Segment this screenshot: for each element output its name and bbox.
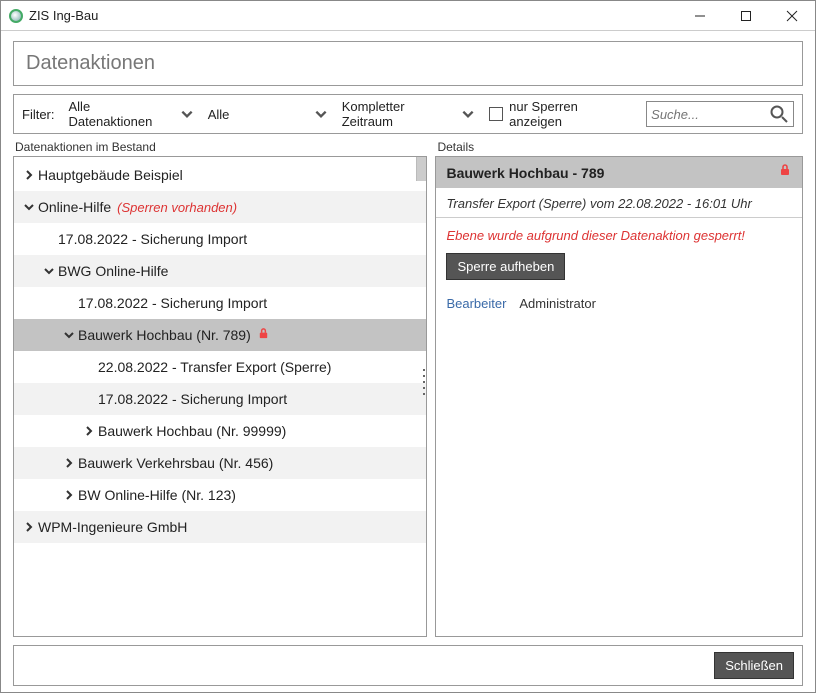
filter-select-scope[interactable]: Alle xyxy=(208,107,328,122)
tree-row[interactable]: Hauptgebäude Beispiel xyxy=(14,159,426,191)
only-locks-checkbox[interactable]: nur Sperren anzeigen xyxy=(489,99,632,129)
details-panel: Bauwerk Hochbau - 789 Transfer Export (S… xyxy=(435,156,803,637)
tree-row-note: (Sperren vorhanden) xyxy=(117,200,237,215)
window-title: ZIS Ing-Bau xyxy=(29,8,677,23)
checkbox-label: nur Sperren anzeigen xyxy=(509,99,632,129)
tree-row[interactable]: Bauwerk Verkehrsbau (Nr. 456) xyxy=(14,447,426,479)
footer-bar: Schließen xyxy=(13,645,803,686)
right-panel-title: Details xyxy=(435,140,803,154)
tree-row-label: 17.08.2022 - Sicherung Import xyxy=(58,231,247,247)
page-header: Datenaktionen xyxy=(13,41,803,86)
tree-row-label: Bauwerk Verkehrsbau (Nr. 456) xyxy=(78,455,273,471)
tree-row[interactable]: BW Online-Hilfe (Nr. 123) xyxy=(14,479,426,511)
details-heading: Bauwerk Hochbau - 789 xyxy=(446,165,778,181)
left-panel-title: Datenaktionen im Bestand xyxy=(13,140,427,154)
tree-row-label: 17.08.2022 - Sicherung Import xyxy=(98,391,287,407)
minimize-button[interactable] xyxy=(677,1,723,31)
tree-panel: Hauptgebäude Beispiel Online-Hilfe (Sperre… xyxy=(13,156,427,637)
tree-row-label: Bauwerk Hochbau (Nr. 789) xyxy=(78,327,251,343)
search-input[interactable] xyxy=(651,107,769,122)
tree-row-label: WPM-Ingenieure GmbH xyxy=(38,519,187,535)
filter-select-period[interactable]: Kompletter Zeitraum xyxy=(342,99,476,129)
tree-row-label: BWG Online-Hilfe xyxy=(58,263,168,279)
chevron-right-icon[interactable] xyxy=(60,457,78,469)
chevron-down-icon xyxy=(314,107,328,121)
splitter-handle[interactable] xyxy=(423,367,427,397)
titlebar: ZIS Ing-Bau xyxy=(1,1,815,31)
tree-row-label: BW Online-Hilfe (Nr. 123) xyxy=(78,487,236,503)
close-window-button[interactable] xyxy=(769,1,815,31)
close-button[interactable]: Schließen xyxy=(714,652,794,679)
lock-icon xyxy=(257,327,270,343)
details-warning: Ebene wurde aufgrund dieser Datenaktion … xyxy=(436,218,802,249)
editor-label: Bearbeiter xyxy=(446,296,506,311)
scrollbar[interactable] xyxy=(416,157,426,181)
tree-row[interactable]: Bauwerk Hochbau (Nr. 789) xyxy=(14,319,426,351)
unlock-button[interactable]: Sperre aufheben xyxy=(446,253,565,280)
chevron-right-icon[interactable] xyxy=(20,169,38,181)
chevron-down-icon xyxy=(461,107,475,121)
lock-icon xyxy=(778,163,792,182)
tree-row[interactable]: 22.08.2022 - Transfer Export (Sperre) xyxy=(14,351,426,383)
tree-row[interactable]: Bauwerk Hochbau (Nr. 99999) xyxy=(14,415,426,447)
tree-row[interactable]: Online-Hilfe (Sperren vorhanden) xyxy=(14,191,426,223)
chevron-down-icon[interactable] xyxy=(20,201,38,213)
filter-bar: Filter: Alle Datenaktionen Alle Komplett… xyxy=(13,94,803,134)
maximize-button[interactable] xyxy=(723,1,769,31)
chevron-down-icon xyxy=(180,107,194,121)
tree-row[interactable]: WPM-Ingenieure GmbH xyxy=(14,511,426,543)
tree-row-label: Hauptgebäude Beispiel xyxy=(38,167,183,183)
chevron-down-icon[interactable] xyxy=(60,329,78,341)
tree-row-label: 22.08.2022 - Transfer Export (Sperre) xyxy=(98,359,331,375)
details-subline: Transfer Export (Sperre) vom 22.08.2022 … xyxy=(436,188,802,218)
tree-row[interactable]: 17.08.2022 - Sicherung Import xyxy=(14,223,426,255)
chevron-right-icon[interactable] xyxy=(60,489,78,501)
filter-label: Filter: xyxy=(22,107,55,122)
chevron-down-icon[interactable] xyxy=(40,265,58,277)
tree-row-label: 17.08.2022 - Sicherung Import xyxy=(78,295,267,311)
search-icon[interactable] xyxy=(769,104,789,124)
tree-row-label: Online-Hilfe xyxy=(38,199,111,215)
chevron-right-icon[interactable] xyxy=(20,521,38,533)
search-field-wrap[interactable] xyxy=(646,101,794,127)
filter-select-type[interactable]: Alle Datenaktionen xyxy=(69,99,194,129)
editor-value: Administrator xyxy=(519,296,596,311)
chevron-right-icon[interactable] xyxy=(80,425,98,437)
app-icon xyxy=(9,9,23,23)
page-title: Datenaktionen xyxy=(26,52,790,75)
tree-row[interactable]: 17.08.2022 - Sicherung Import xyxy=(14,383,426,415)
tree-row-label: Bauwerk Hochbau (Nr. 99999) xyxy=(98,423,286,439)
tree-row[interactable]: BWG Online-Hilfe xyxy=(14,255,426,287)
checkbox-box xyxy=(489,107,503,121)
tree-row[interactable]: 17.08.2022 - Sicherung Import xyxy=(14,287,426,319)
